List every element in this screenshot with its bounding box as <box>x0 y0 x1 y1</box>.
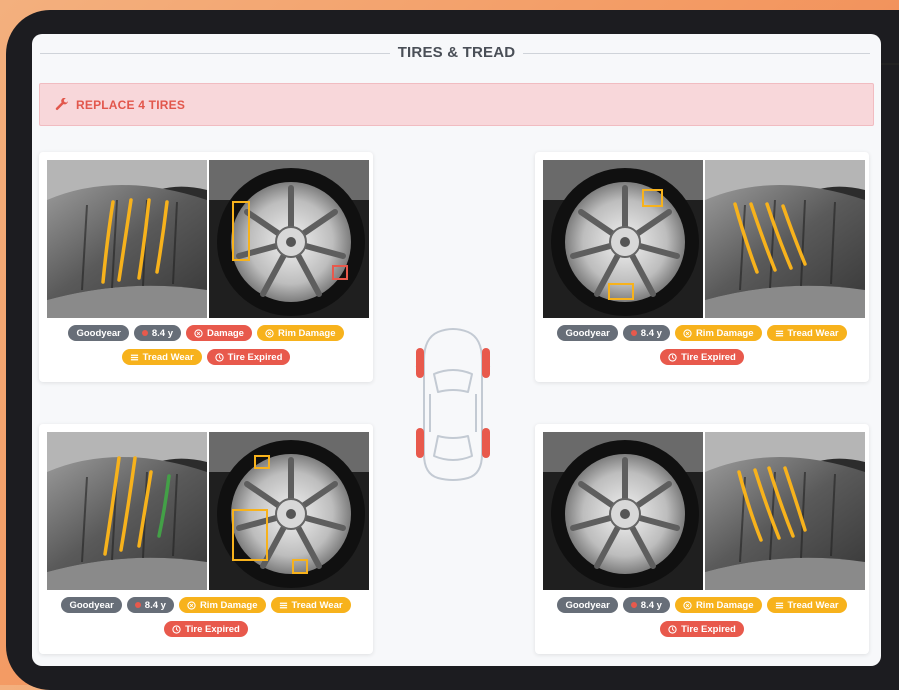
circle-x-icon <box>265 328 274 338</box>
tread-wear-chip: Tread Wear <box>766 325 847 341</box>
wheel-marker-front-left <box>416 348 424 378</box>
clock-icon <box>215 352 224 362</box>
tire-card-front-left[interactable]: Goodyear 8.4 y Damage Rim Damage Tread W… <box>39 152 373 382</box>
lines-icon <box>130 354 138 360</box>
tread-photo[interactable] <box>705 160 865 318</box>
age-chip: 8.4 y <box>622 325 670 341</box>
brand-chip: Goodyear <box>68 325 129 341</box>
section-header: TIRES & TREAD <box>32 44 881 64</box>
rim-damage-chip: Rim Damage <box>674 597 762 613</box>
rim-damage-chip: Rim Damage <box>178 597 266 613</box>
tire-card-rear-right[interactable]: Goodyear 8.4 y Rim Damage Tread Wear Tir… <box>535 424 869 654</box>
circle-x-icon <box>187 600 196 610</box>
car-diagram <box>415 328 491 481</box>
age-dot-icon <box>141 330 148 336</box>
age-chip: 8.4 y <box>126 597 174 613</box>
wheel-photo[interactable] <box>543 160 703 318</box>
tire-expired-chip: Tire Expired <box>206 349 291 365</box>
circle-x-icon <box>683 328 692 338</box>
tire-expired-chip: Tire Expired <box>660 349 744 365</box>
damage-chip: Damage <box>185 325 252 341</box>
screen: TIRES & TREAD REPLACE 4 TIRES Goodyear 8… <box>32 34 881 666</box>
wheel-marker-rear-right <box>482 428 490 458</box>
tire-card-front-right[interactable]: Goodyear 8.4 y Rim Damage Tread Wear Tir… <box>535 152 869 382</box>
wheel-photo[interactable] <box>543 432 703 590</box>
clock-icon <box>668 352 677 362</box>
wheel-marker-front-right <box>482 348 490 378</box>
tire-card-rear-left[interactable]: Goodyear 8.4 y Rim Damage Tread Wear Tir… <box>39 424 373 654</box>
brand-chip: Goodyear <box>61 597 122 613</box>
tire-expired-chip: Tire Expired <box>660 621 744 637</box>
lines-icon <box>775 330 783 336</box>
clock-icon <box>668 624 677 634</box>
tire-expired-chip: Tire Expired <box>164 621 248 637</box>
wrench-icon <box>55 97 69 110</box>
age-dot-icon <box>134 602 141 608</box>
clock-icon <box>172 624 181 634</box>
tread-wear-chip: Tread Wear <box>270 597 351 613</box>
wheel-marker-rear-left <box>416 428 424 458</box>
rim-damage-chip: Rim Damage <box>674 325 762 341</box>
wheel-photo[interactable] <box>209 432 369 590</box>
tread-wear-chip: Tread Wear <box>121 349 202 365</box>
tread-wear-chip: Tread Wear <box>766 597 847 613</box>
brand-chip: Goodyear <box>557 325 618 341</box>
tread-photo[interactable] <box>47 432 207 590</box>
age-chip: 8.4 y <box>133 325 181 341</box>
lines-icon <box>279 602 287 608</box>
tread-photo[interactable] <box>705 432 865 590</box>
age-dot-icon <box>630 602 637 608</box>
rim-damage-chip: Rim Damage <box>256 325 344 341</box>
replace-alert: REPLACE 4 TIRES <box>39 83 874 126</box>
circle-x-icon <box>194 328 203 338</box>
section-title: TIRES & TREAD <box>389 44 524 61</box>
wheel-photo[interactable] <box>209 160 369 318</box>
alert-text: REPLACE 4 TIRES <box>76 97 186 112</box>
age-chip: 8.4 y <box>622 597 670 613</box>
lines-icon <box>775 602 783 608</box>
circle-x-icon <box>683 600 692 610</box>
age-dot-icon <box>630 330 637 336</box>
tread-photo[interactable] <box>47 160 207 318</box>
brand-chip: Goodyear <box>557 597 618 613</box>
